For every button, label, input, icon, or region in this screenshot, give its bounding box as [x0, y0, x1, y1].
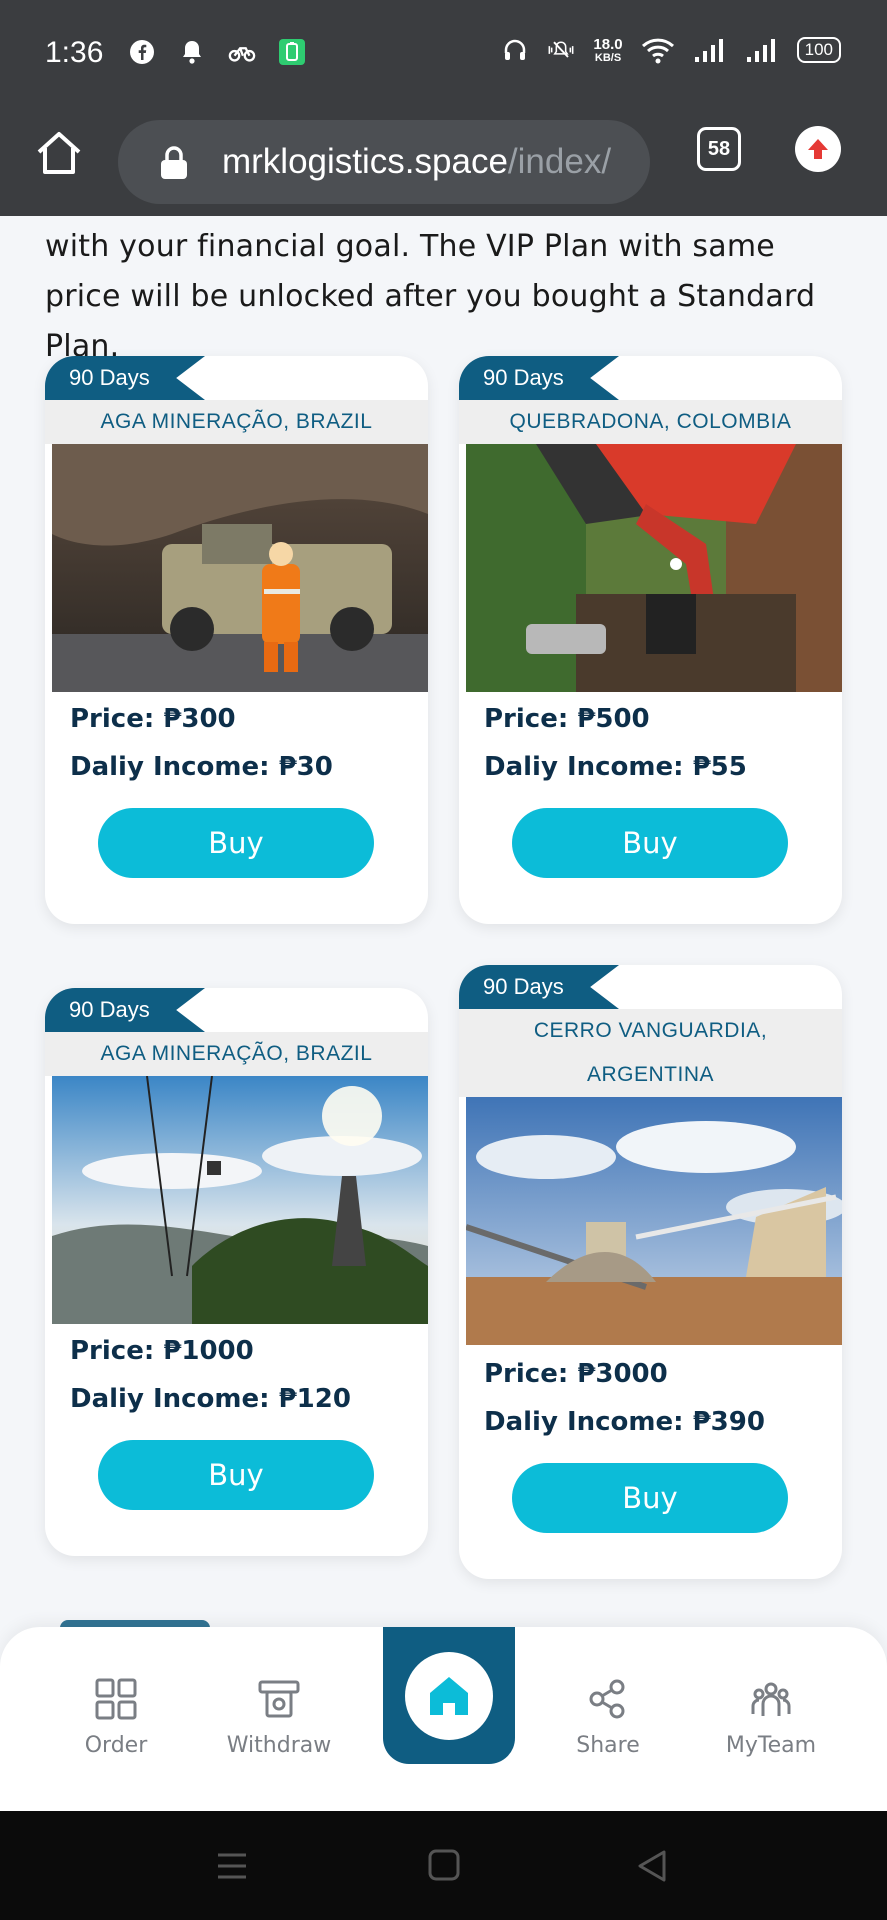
plan-location-line1: CERRO VANGUARDIA, [533, 1019, 768, 1042]
url-text: mrklogistics.space/index/ [222, 142, 612, 181]
wifi-icon [641, 36, 675, 64]
network-speed-unit: KB/S [594, 51, 622, 64]
battery-saver-icon [278, 38, 306, 66]
plan-image-underground-mine [52, 444, 428, 692]
back-icon[interactable] [636, 1849, 668, 1883]
plan-daily-income: Daliy Income: ₱30 [70, 752, 333, 782]
atm-withdraw-icon [209, 1677, 349, 1721]
home-icon [430, 1676, 468, 1715]
buy-button[interactable]: Buy [512, 1463, 788, 1533]
system-navigation-bar [0, 1811, 887, 1920]
plan-price: Price: ₱500 [484, 704, 650, 734]
plan-daily-income: Daliy Income: ₱55 [484, 752, 747, 782]
plan-image-drilling-rig [466, 444, 842, 692]
plan-card: AGA MINERAÇÃO, BRAZIL 90 Days Price: ₱10… [45, 988, 428, 1556]
nav-share-label: Share [576, 1733, 640, 1758]
nav-myteam[interactable]: MyTeam [701, 1677, 841, 1758]
address-bar[interactable]: mrklogistics.space/index/ [118, 120, 650, 204]
buy-button[interactable]: Buy [512, 808, 788, 878]
plan-duration-tag: 90 Days [459, 965, 619, 1009]
plan-price: Price: ₱1000 [70, 1336, 254, 1366]
bell-icon [178, 38, 206, 66]
nav-order-label: Order [84, 1733, 148, 1758]
tabs-count-button[interactable]: 58 [697, 127, 741, 171]
page-content: with your financial goal. The VIP Plan w… [0, 216, 887, 1811]
nav-myteam-label: MyTeam [725, 1733, 817, 1758]
plan-price: Price: ₱3000 [484, 1359, 668, 1389]
share-icon [538, 1677, 678, 1721]
plan-location: AGA MINERAÇÃO, BRAZIL [45, 400, 428, 444]
plan-image-processing-plant [466, 1097, 842, 1345]
network-speed: 18.0 [593, 35, 623, 53]
intro-text: with your financial goal. The VIP Plan w… [45, 229, 816, 364]
battery-level: 100 [796, 37, 841, 63]
nav-order[interactable]: Order [46, 1677, 186, 1758]
plan-card: CERRO VANGUARDIA, ARGENTINA 90 Days Pric… [459, 965, 842, 1579]
facebook-icon [128, 38, 156, 66]
plan-daily-income: Daliy Income: ₱120 [70, 1384, 351, 1414]
buy-button[interactable]: Buy [98, 1440, 374, 1510]
team-icon [701, 1677, 841, 1721]
signal-icon [693, 36, 727, 64]
bike-icon [228, 38, 256, 66]
plan-image-mine-headframe [52, 1076, 428, 1324]
status-time: 1:36 [45, 36, 104, 69]
lock-icon [161, 146, 187, 179]
grid-icon [46, 1677, 186, 1721]
plan-duration-tag: 90 Days [45, 988, 205, 1032]
nav-home-button[interactable] [383, 1627, 515, 1764]
mute-icon [547, 36, 575, 64]
browser-toolbar: mrklogistics.space/index/ 58 [0, 108, 887, 216]
browser-home-button[interactable] [34, 128, 84, 178]
nav-withdraw-label: Withdraw [226, 1733, 332, 1758]
plan-daily-income: Daliy Income: ₱390 [484, 1407, 765, 1437]
plan-duration-tag: 90 Days [459, 356, 619, 400]
plan-duration-tag: 90 Days [45, 356, 205, 400]
plan-price: Price: ₱300 [70, 704, 236, 734]
plan-location: AGA MINERAÇÃO, BRAZIL [45, 1032, 428, 1076]
headset-icon [501, 36, 529, 64]
browser-update-button[interactable] [795, 126, 841, 172]
menu-icon[interactable] [216, 1851, 248, 1881]
nav-share[interactable]: Share [538, 1677, 678, 1758]
buy-button[interactable]: Buy [98, 808, 374, 878]
plan-location: QUEBRADONA, COLOMBIA [459, 400, 842, 444]
plan-location-line2: ARGENTINA [586, 1063, 714, 1086]
plan-card: AGA MINERAÇÃO, BRAZIL 90 Days Price: ₱30… [45, 356, 428, 924]
home-outline-icon [37, 132, 81, 174]
arrow-up-icon [808, 139, 828, 159]
status-bar: 1:36 18.0 KB/S 100 [0, 0, 887, 108]
plan-card: QUEBRADONA, COLOMBIA 90 Days Price: ₱500… [459, 356, 842, 924]
plan-location: CERRO VANGUARDIA, ARGENTINA [459, 1009, 842, 1097]
nav-withdraw[interactable]: Withdraw [209, 1677, 349, 1758]
home-square-icon[interactable] [428, 1849, 460, 1881]
signal-icon-2 [745, 36, 779, 64]
